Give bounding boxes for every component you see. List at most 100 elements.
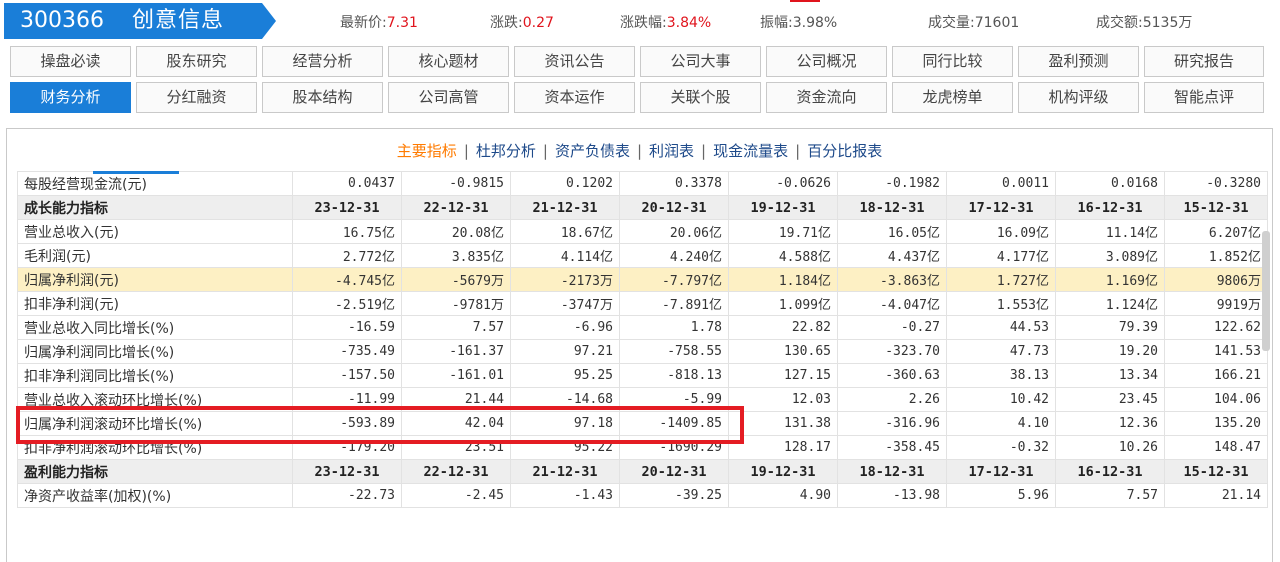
row-label: 成长能力指标 [17, 195, 293, 220]
table-cell: 1.124亿 [1055, 291, 1165, 316]
subnav-link[interactable]: 百分比报表 [807, 142, 882, 160]
vertical-scrollbar[interactable] [1262, 231, 1270, 351]
table-cell: 13.34 [1055, 363, 1165, 388]
table-cell: -16.59 [292, 315, 402, 340]
table-row: 营业总收入滚动环比增长(%) -11.99 21.44 -14.68 -5.99 12.0… [17, 387, 1268, 412]
tab-r2-6[interactable]: 资金流向 [766, 82, 887, 113]
quote-label: 最新价: [340, 15, 387, 31]
table-cell: -2173万 [510, 267, 620, 292]
tab-r2-5[interactable]: 关联个股 [640, 82, 761, 113]
tab-r2-1[interactable]: 分红融资 [136, 82, 257, 113]
period-header-cell: 23-12-31 [292, 459, 402, 484]
tab-r2-8[interactable]: 机构评级 [1018, 82, 1139, 113]
table-cell: 4.240亿 [619, 243, 729, 268]
period-header-cell: 20-12-31 [619, 195, 729, 220]
tab-r1-7[interactable]: 同行比较 [892, 46, 1013, 77]
table-cell: 16.75亿 [292, 219, 402, 244]
table-cell: 3.835亿 [401, 243, 511, 268]
tab-r2-7[interactable]: 龙虎榜单 [892, 82, 1013, 113]
table-cell: 21.14 [1164, 483, 1268, 508]
table-cell: -1.43 [510, 483, 620, 508]
tab-r1-8[interactable]: 盈利预测 [1018, 46, 1139, 77]
table-cell: -9781万 [401, 291, 511, 316]
table-cell: -157.50 [292, 363, 402, 388]
tab-r1-0[interactable]: 操盘必读 [10, 46, 131, 77]
table-row: 扣非净利润滚动环比增长(%) -179.20 23.51 95.22 -1690.29 1… [17, 435, 1268, 460]
tab-r1-5[interactable]: 公司大事 [640, 46, 761, 77]
table-cell: 21.44 [401, 387, 511, 412]
table-cell: 0.0168 [1055, 171, 1165, 196]
period-header-cell: 15-12-31 [1164, 459, 1268, 484]
module-tabs: 操盘必读 股东研究 经营分析 核心题材 资讯公告 公司大事 公司概况 同行比较 盈利预测 研究报告… [10, 46, 1270, 118]
period-header-cell: 23-12-31 [292, 195, 402, 220]
row-label: 每股经营现金流(元) [17, 171, 293, 196]
table-cell: -6.96 [510, 315, 620, 340]
tab-r1-2[interactable]: 经营分析 [262, 46, 383, 77]
subnav-link[interactable]: 主要指标 [397, 142, 457, 160]
table-cell: 19.20 [1055, 339, 1165, 364]
table-row: 营业总收入同比增长(%) -16.59 7.57 -6.96 1.78 22.82 -0.2… [17, 315, 1268, 340]
table-cell: 7.57 [1055, 483, 1165, 508]
tab-r2-0[interactable]: 财务分析 [10, 82, 131, 113]
tab-r1-3[interactable]: 核心题材 [388, 46, 509, 77]
tab-r2-3[interactable]: 公司高管 [388, 82, 509, 113]
quote-item: 成交量:71601 [928, 12, 1019, 32]
subnav-link[interactable]: 现金流量表 [713, 142, 788, 160]
table-cell: 47.73 [946, 339, 1056, 364]
subnav-separator: | [463, 142, 469, 160]
table-cell: 95.25 [510, 363, 620, 388]
row-label: 扣非净利润同比增长(%) [17, 363, 293, 388]
table-cell: 0.0437 [292, 171, 402, 196]
tab-r1-1[interactable]: 股东研究 [136, 46, 257, 77]
table-cell: -2.519亿 [292, 291, 402, 316]
table-cell: 16.09亿 [946, 219, 1056, 244]
table-cell: -3747万 [510, 291, 620, 316]
table-cell: 166.21 [1164, 363, 1268, 388]
tab-r1-9[interactable]: 研究报告 [1144, 46, 1264, 77]
subnav-link[interactable]: 利润表 [649, 142, 694, 160]
tab-r2-9[interactable]: 智能点评 [1144, 82, 1264, 113]
period-header-cell: 19-12-31 [728, 459, 838, 484]
table-cell: 0.1202 [510, 171, 620, 196]
table-cell: -0.0626 [728, 171, 838, 196]
table-cell: 1.553亿 [946, 291, 1056, 316]
subnav-link[interactable]: 资产负债表 [555, 142, 630, 160]
table-row: 归属净利润同比增长(%) -735.49 -161.37 97.21 -758.55 13… [17, 339, 1268, 364]
quote-item: 涨跌幅:3.84% [620, 12, 711, 32]
tab-r1-4[interactable]: 资讯公告 [514, 46, 635, 77]
table-row: 归属净利润滚动环比增长(%) -593.89 42.04 97.18 -1409.85 1… [17, 411, 1268, 436]
table-cell: -22.73 [292, 483, 402, 508]
tab-r1-6[interactable]: 公司概况 [766, 46, 887, 77]
tab-row-1: 操盘必读 股东研究 经营分析 核心题材 资讯公告 公司大事 公司概况 同行比较 盈利预测 研究报告 [10, 46, 1270, 77]
table-cell: 5.96 [946, 483, 1056, 508]
table-cell: -179.20 [292, 435, 402, 460]
table-cell: -14.68 [510, 387, 620, 412]
table-cell: 6.207亿 [1164, 219, 1268, 244]
row-label: 毛利润(元) [17, 243, 293, 268]
table-row: 每股经营现金流(元) 0.0437 -0.9815 0.1202 0.3378 -0.06… [17, 171, 1268, 196]
tab-r2-4[interactable]: 资本运作 [514, 82, 635, 113]
table-cell: 10.42 [946, 387, 1056, 412]
table-cell: -5.99 [619, 387, 729, 412]
row-label: 盈利能力指标 [17, 459, 293, 484]
quote-item: 成交额:5135万 [1096, 12, 1192, 32]
subnav-link[interactable]: 杜邦分析 [476, 142, 536, 160]
quote-value: 7.31 [386, 15, 418, 31]
table-cell: 20.08亿 [401, 219, 511, 244]
subnav-separator: | [636, 142, 643, 160]
period-header-cell: 16-12-31 [1055, 459, 1165, 484]
table-cell: 16.05亿 [837, 219, 947, 244]
period-header-cell: 21-12-31 [510, 195, 620, 220]
table-cell: 1.169亿 [1055, 267, 1165, 292]
stock-header: 300366 创意信息 最新价:7.31 涨跌:0.27 涨跌幅:3.84% 振幅:3… [0, 0, 1280, 42]
quote-value: 5135万 [1142, 15, 1193, 31]
table-cell: 131.38 [728, 411, 838, 436]
table-cell: 20.06亿 [619, 219, 729, 244]
tab-r2-2[interactable]: 股本结构 [262, 82, 383, 113]
table-cell: -7.797亿 [619, 267, 729, 292]
table-row: 毛利润(元) 2.772亿 3.835亿 4.114亿 4.240亿 4.588亿 4.43… [17, 243, 1268, 268]
stock-name: 创意信息 [132, 8, 225, 33]
table-cell: 130.65 [728, 339, 838, 364]
table-cell: -0.1982 [837, 171, 947, 196]
table-cell: -5679万 [401, 267, 511, 292]
